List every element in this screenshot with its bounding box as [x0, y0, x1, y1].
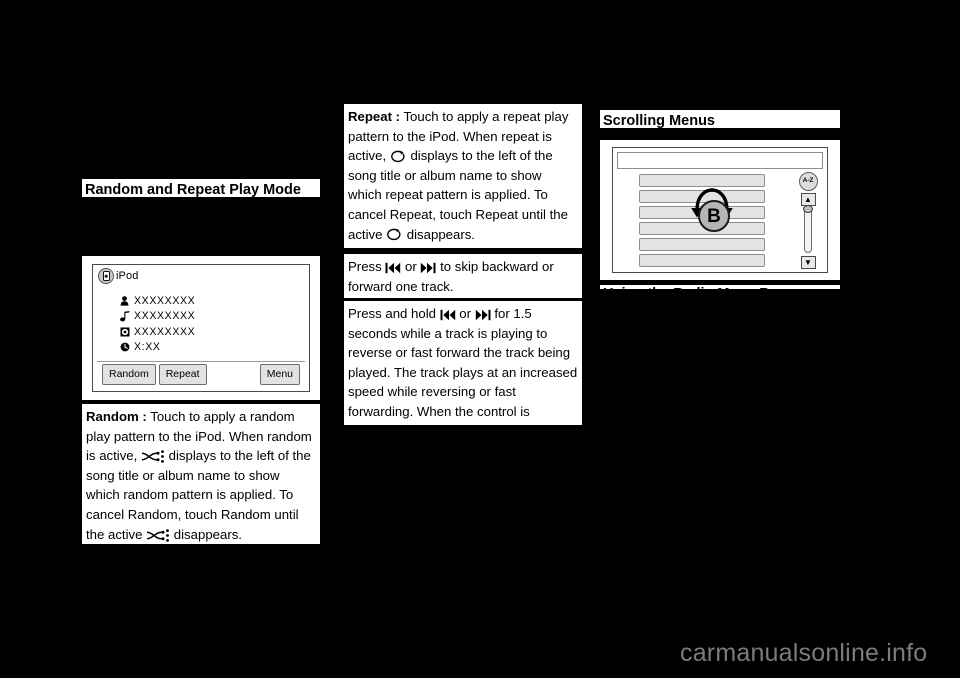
skip-backward-icon: [440, 309, 456, 321]
term-repeat: Repeat :: [348, 109, 401, 124]
list-item: XXXXXXXX: [119, 293, 195, 309]
ipod-screen-button-bar: Random Repeat Menu: [97, 361, 305, 387]
section-heading-scrolling-menus: Scrolling Menus: [600, 108, 840, 130]
ipod-screen-header: iPod: [93, 265, 138, 287]
skip-text-2: or: [401, 259, 421, 274]
shuffle-icon: [141, 450, 165, 464]
skip-backward-icon: [385, 262, 401, 274]
ipod-track-info-list: XXXXXXXX XXXXXXXX XXXXXXXX X:XX: [119, 293, 195, 355]
scroll-down-button[interactable]: ▼: [800, 256, 816, 269]
seek-text-2: or: [455, 306, 475, 321]
skip-text-1: Press: [348, 259, 386, 274]
random-text-3: disappears.: [170, 526, 242, 542]
site-watermark: carmanualsonline.info: [680, 639, 928, 667]
song-value: XXXXXXXX: [134, 310, 196, 323]
rotary-knob-icon[interactable]: B: [698, 200, 730, 232]
paragraph-random: Random : Touch to apply a random play pa…: [82, 404, 320, 544]
time-value: X:XX: [134, 341, 161, 354]
scrollbar-thumb[interactable]: [803, 205, 813, 213]
menu-scrollbar[interactable]: A-Z ▲ ▼: [797, 172, 819, 269]
seek-text-3: for 1.5 seconds while a track is playing…: [348, 306, 578, 459]
list-item: XXXXXXXX: [119, 309, 195, 325]
skip-forward-icon: [420, 262, 436, 274]
paragraph-fast-forward-reverse: Press and hold or for 1.5 seconds while …: [344, 301, 582, 458]
list-item[interactable]: [639, 254, 765, 267]
section-heading-random-repeat: Random and Repeat Play Mode: [82, 177, 320, 199]
menu-title-bar: [617, 152, 823, 169]
rotate-arrows-icon: B: [675, 184, 749, 232]
repeat-text-3: disappears.: [403, 226, 475, 242]
clipped-heading-text: Using the Radio Menu Bar: [603, 285, 783, 289]
person-icon: [119, 295, 130, 306]
artist-value: XXXXXXXX: [134, 294, 196, 307]
ipod-device-icon: [98, 268, 114, 284]
figure-scrolling-menus: B A-Z ▲ ▼: [600, 140, 840, 280]
paragraph-skip-track: Press or to skip backward or forward one…: [344, 254, 582, 298]
music-note-icon: [119, 310, 130, 322]
list-item[interactable]: [639, 238, 765, 251]
ipod-source-label: iPod: [116, 269, 139, 282]
clock-icon: [119, 342, 130, 352]
radio-menu-screen: B A-Z ▲ ▼: [612, 147, 828, 273]
album-icon: [119, 327, 130, 337]
menu-button[interactable]: Menu: [259, 364, 300, 385]
skip-forward-icon: [475, 309, 491, 321]
section-heading-clipped: Using the Radio Menu Bar: [600, 285, 840, 289]
a-z-sort-button[interactable]: A-Z: [798, 172, 818, 191]
paragraph-repeat: Repeat : Touch to apply a repeat play pa…: [344, 104, 582, 248]
term-random: Random :: [86, 409, 147, 424]
repeat-loop-icon: [390, 150, 407, 164]
list-item: X:XX: [119, 340, 195, 356]
seek-text-1: Press and hold: [348, 306, 440, 321]
shuffle-icon: [146, 528, 170, 542]
repeat-loop-icon: [386, 228, 403, 242]
album-value: XXXXXXXX: [134, 325, 196, 338]
knob-label: B: [707, 205, 721, 227]
figure-ipod-now-playing: iPod XXXXXXXX XXXXXXXX XXXXXXXX X:XX Ran…: [82, 256, 320, 400]
scrollbar-track[interactable]: [803, 205, 813, 253]
random-button[interactable]: Random: [102, 364, 156, 385]
repeat-button[interactable]: Repeat: [158, 364, 207, 385]
list-item: XXXXXXXX: [119, 324, 195, 340]
ipod-screen: iPod XXXXXXXX XXXXXXXX XXXXXXXX X:XX Ran…: [92, 264, 310, 392]
